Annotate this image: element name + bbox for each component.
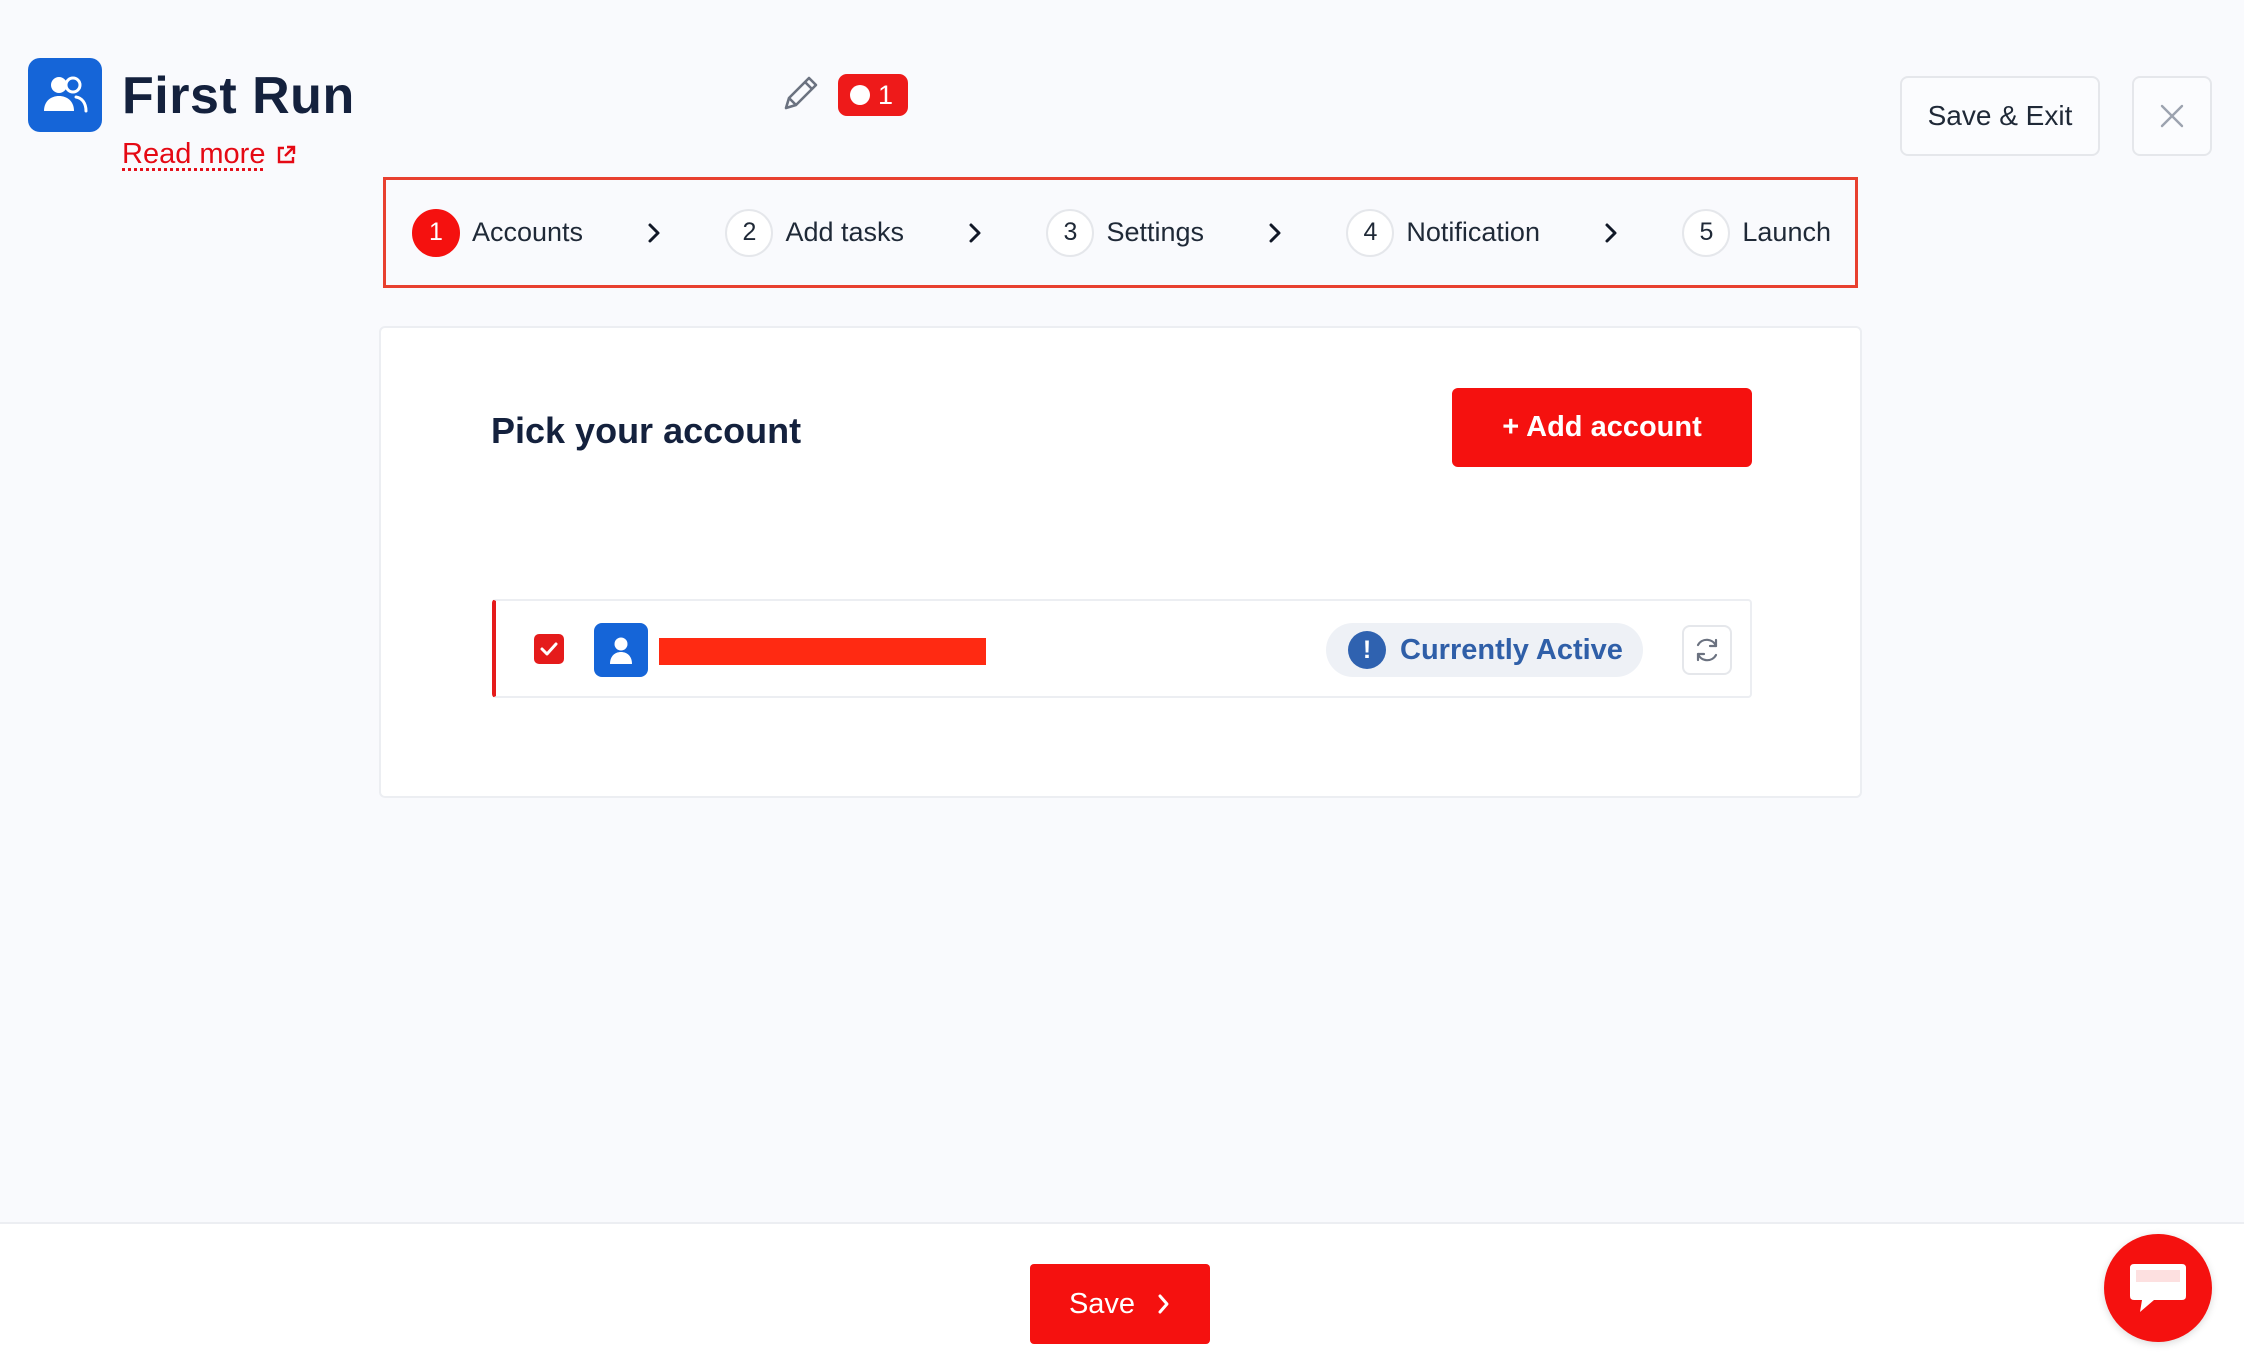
app-logo — [28, 58, 102, 132]
close-icon — [2160, 104, 2184, 128]
step-label: Launch — [1742, 217, 1831, 247]
checkmark-icon — [540, 642, 558, 656]
save-button[interactable]: Save — [1030, 1264, 1210, 1344]
footer-bar: Save — [0, 1222, 2244, 1368]
chat-icon — [2130, 1264, 2186, 1312]
task-count: 1 — [878, 79, 894, 110]
user-icon — [610, 637, 632, 664]
toggle-dot-icon — [850, 85, 870, 105]
account-card: Pick your account + Add account ! Curren… — [379, 326, 1862, 798]
info-icon: ! — [1348, 631, 1386, 669]
step-number: 5 — [1682, 208, 1731, 257]
step-number: 1 — [412, 208, 460, 257]
refresh-icon — [1696, 638, 1718, 662]
avatar — [594, 623, 648, 677]
step-number: 4 — [1346, 208, 1395, 257]
chevron-right-icon — [1605, 223, 1617, 242]
step-number: 2 — [725, 208, 774, 257]
step-accounts[interactable]: 1 Accounts — [412, 208, 584, 257]
step-notification[interactable]: 4 Notification — [1346, 208, 1540, 257]
status-badge: ! Currently Active — [1326, 623, 1643, 677]
close-button[interactable] — [2132, 76, 2212, 156]
save-exit-button[interactable]: Save & Exit — [1900, 76, 2100, 156]
chevron-right-icon — [648, 223, 660, 242]
status-label: Currently Active — [1400, 633, 1623, 666]
account-row[interactable]: ! Currently Active — [492, 599, 1752, 698]
step-add-tasks[interactable]: 2 Add tasks — [725, 208, 905, 257]
account-checkbox[interactable] — [534, 634, 564, 664]
step-label: Accounts — [472, 217, 584, 247]
save-label: Save — [1068, 1287, 1136, 1320]
step-label: Add tasks — [785, 217, 905, 247]
step-label: Notification — [1406, 217, 1540, 247]
pencil-icon[interactable] — [780, 74, 820, 116]
chevron-right-icon — [1158, 1294, 1169, 1314]
redacted-account-name — [659, 638, 986, 665]
step-settings[interactable]: 3 Settings — [1046, 208, 1204, 257]
chevron-right-icon — [1269, 223, 1281, 242]
stepper: 1 Accounts 2 Add tasks 3 Settings 4 Noti… — [383, 177, 1858, 288]
chevron-right-icon — [969, 223, 981, 242]
read-more-label: Read more — [122, 138, 266, 170]
step-label: Settings — [1106, 217, 1204, 247]
page-title: First Run — [122, 67, 355, 125]
step-launch[interactable]: 5 Launch — [1682, 208, 1831, 257]
read-more-link[interactable]: Read more — [122, 138, 297, 171]
chat-button[interactable] — [2104, 1234, 2212, 1342]
external-link-icon — [278, 145, 296, 163]
add-account-button[interactable]: + Add account — [1452, 388, 1752, 467]
card-title: Pick your account — [491, 410, 802, 451]
step-number: 3 — [1046, 208, 1095, 257]
users-icon — [44, 76, 88, 113]
task-count-badge[interactable]: 1 — [838, 74, 908, 116]
refresh-button[interactable] — [1682, 625, 1732, 675]
